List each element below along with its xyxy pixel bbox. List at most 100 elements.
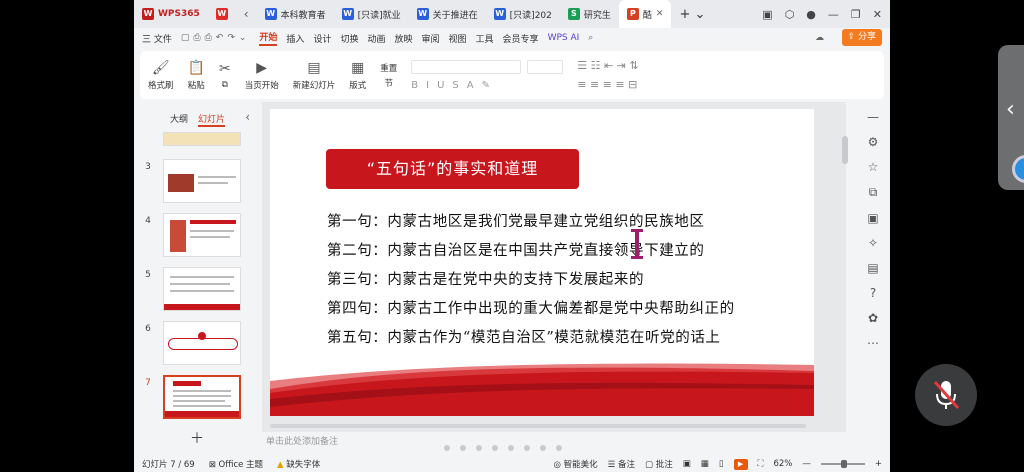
tab-outline[interactable]: 大纲	[170, 112, 188, 127]
format-painter-button[interactable]: 🖌 格式刷	[148, 60, 174, 91]
menu-slideshow[interactable]: 放映	[394, 32, 412, 45]
star-icon[interactable]: ☆	[868, 160, 879, 174]
comments-button[interactable]: ▢ 批注	[645, 458, 673, 470]
slide-thumbnail-3[interactable]	[163, 159, 241, 203]
minus-icon[interactable]: —	[867, 110, 879, 124]
theme-label[interactable]: ⊠ Office 主题	[209, 458, 263, 470]
fit-icon[interactable]: ⛶	[758, 459, 764, 469]
close-window-icon[interactable]: ✕	[873, 8, 882, 21]
minimize-icon[interactable]: —	[828, 8, 839, 21]
slide-title[interactable]: “五句话”的事实和道理	[326, 149, 579, 189]
reset-section-buttons[interactable]: 重置 节	[380, 62, 397, 89]
sentence-3[interactable]: 第三句：内蒙古是在党中央的支持下发展起来的	[327, 268, 644, 289]
tab-sheet[interactable]: S 研究生	[560, 0, 619, 28]
tab-doc-4[interactable]: W [只读]202	[486, 0, 560, 28]
menu-tools[interactable]: 工具	[476, 32, 494, 45]
clipboard-icon: 📋	[187, 59, 205, 76]
tab-presentation[interactable]: P 酷 ✕	[618, 0, 672, 28]
menu-animation[interactable]: 动画	[367, 32, 385, 45]
layout-button[interactable]: ▦ 版式	[349, 60, 366, 91]
menu-home[interactable]: 开始	[259, 30, 278, 46]
zoom-out-icon[interactable]: —	[802, 459, 811, 469]
new-tab-button[interactable]: + ⌄	[671, 0, 713, 28]
normal-view-icon[interactable]: ▣	[683, 459, 691, 469]
strikethrough-icon[interactable]: S	[452, 80, 458, 91]
italic-icon[interactable]: I	[426, 80, 429, 91]
play-from-current-button[interactable]: ▶ 当页开始	[245, 60, 279, 91]
cut-copy-buttons[interactable]: ✂ ⧉	[219, 61, 231, 90]
zoom-in-icon[interactable]: +	[875, 459, 882, 469]
sentence-2[interactable]: 第二句：内蒙古自治区是在中国共产党直接领导下建立的	[327, 239, 705, 260]
tab-doc-1[interactable]: W 本科教育者	[257, 0, 334, 28]
notes-button[interactable]: ☰ 备注	[608, 458, 635, 470]
share-button[interactable]: ⇪ 分享	[841, 29, 882, 46]
tab-wps365[interactable]: W WPS365	[134, 0, 208, 28]
search-icon[interactable]: ⌕	[588, 33, 593, 43]
zoom-slider[interactable]	[820, 460, 865, 468]
layout-icon[interactable]: ▣	[762, 8, 772, 21]
tab-wps-red[interactable]: W	[208, 0, 236, 28]
adjust-icon[interactable]: ⚙	[868, 135, 879, 149]
help-icon[interactable]: ?	[870, 286, 876, 300]
collapse-panel-icon[interactable]: ‹	[245, 110, 250, 124]
highlight-icon[interactable]: ✎	[482, 80, 490, 91]
magic-icon[interactable]: ✧	[868, 236, 878, 250]
more-icon[interactable]: ⋯	[867, 336, 879, 350]
menu-insert[interactable]: 插入	[286, 32, 304, 45]
mute-mic-button[interactable]	[915, 364, 977, 426]
tab-slides[interactable]: 幻灯片	[198, 112, 226, 127]
quick-access-icons[interactable]: ▢⎙⎙↶↷⌄	[181, 33, 251, 43]
cloud-icon[interactable]: ☁	[815, 33, 824, 43]
menu-transition[interactable]: 切换	[340, 32, 358, 45]
font-family-select[interactable]	[411, 59, 522, 74]
menu-wps-ai[interactable]: WPS AI	[548, 33, 580, 43]
underline-icon[interactable]: U	[437, 80, 444, 91]
horizontal-scrollbar[interactable]	[270, 424, 806, 428]
tab-back-arrow[interactable]: ‹	[236, 0, 257, 28]
font-color-icon[interactable]: A	[467, 80, 474, 91]
slide-thumbnail-6[interactable]	[163, 321, 241, 365]
slide-thumbnail-4[interactable]	[163, 213, 241, 257]
avatar[interactable]: ●	[806, 8, 816, 21]
copy-icon[interactable]: ⧉	[869, 185, 878, 200]
missing-font-button[interactable]: ▲ 缺失字体	[277, 458, 320, 470]
smart-beautify-button[interactable]: ◎ 智能美化	[554, 458, 598, 470]
menu-design[interactable]: 设计	[313, 32, 331, 45]
tab-doc-2[interactable]: W [只读]就业	[334, 0, 409, 28]
text-format-buttons[interactable]: B I U S A ✎	[411, 80, 563, 91]
slide-thumbnail-partial[interactable]	[163, 132, 241, 146]
current-slide[interactable]: “五句话”的事实和道理 第一句：内蒙古地区是我们党最早建立党组织的民族地区 第二…	[270, 109, 814, 416]
restore-icon[interactable]: ❐	[851, 8, 861, 21]
book-icon[interactable]: ▤	[867, 261, 878, 275]
play-slideshow-icon[interactable]: ▶	[733, 458, 748, 470]
sentence-5[interactable]: 第五句：内蒙古作为“模范自治区”模范就模范在听党的话上	[327, 326, 721, 347]
assistant-bubble-icon[interactable]	[1012, 155, 1024, 183]
slide-editor-canvas[interactable]: “五句话”的事实和道理 第一句：内蒙古地区是我们党最早建立党组织的民族地区 第二…	[262, 102, 846, 432]
close-icon[interactable]: ✕	[656, 9, 664, 19]
reading-view-icon[interactable]: ▯	[719, 459, 724, 469]
menu-file[interactable]: 三 文件	[142, 32, 172, 45]
cube-icon[interactable]: ⬡	[785, 8, 795, 21]
slide-thumbnail-5[interactable]	[163, 267, 241, 311]
tab-doc-3[interactable]: W 关于推进在	[409, 0, 486, 28]
bold-icon[interactable]: B	[411, 80, 418, 91]
menu-review[interactable]: 审阅	[422, 32, 440, 45]
menu-member[interactable]: 会员专享	[503, 32, 539, 45]
scissors-icon: ✂	[218, 60, 231, 77]
new-slide-button[interactable]: ▤ 新建幻灯片	[293, 60, 336, 91]
image-icon[interactable]: ▣	[867, 211, 878, 225]
layout-icon: ▦	[351, 59, 365, 76]
floating-side-handle[interactable]: ‹	[998, 45, 1024, 190]
slide-thumbnail-7[interactable]	[163, 375, 241, 419]
settings-icon[interactable]: ✿	[868, 311, 878, 325]
vertical-scrollbar[interactable]	[842, 136, 848, 164]
sentence-1[interactable]: 第一句：内蒙古地区是我们党最早建立党组织的民族地区	[327, 210, 705, 231]
notes-placeholder[interactable]: 单击此处添加备注	[266, 434, 338, 447]
sorter-view-icon[interactable]: ▦	[701, 459, 709, 469]
menu-view[interactable]: 视图	[449, 32, 467, 45]
paste-button[interactable]: 📋 粘贴	[188, 60, 205, 91]
add-slide-button[interactable]: ＋	[190, 428, 204, 448]
font-size-select[interactable]	[527, 59, 564, 74]
paragraph-group[interactable]: ☰ ☷ ⇤ ⇥ ⇅ ≡ ≡ ≡ ≡ ⊟	[577, 59, 638, 91]
sentence-4[interactable]: 第四句：内蒙古工作中出现的重大偏差都是党中央帮助纠正的	[327, 297, 735, 318]
